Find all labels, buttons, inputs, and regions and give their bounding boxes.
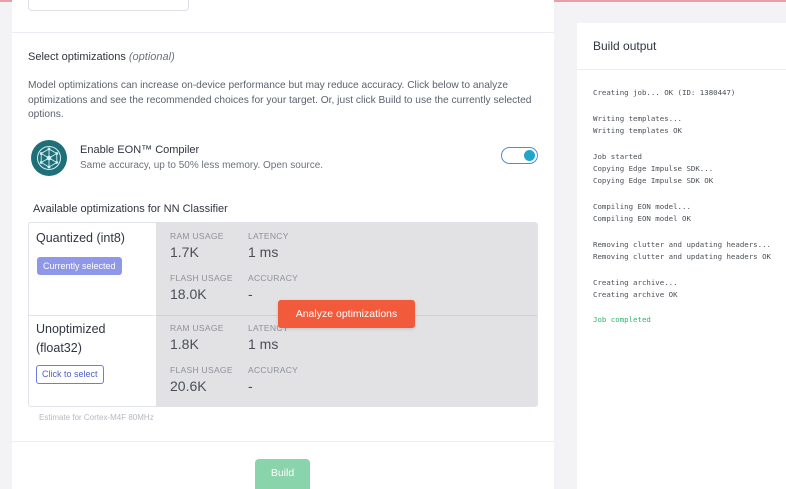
option-name-quantized: Quantized (int8) bbox=[36, 231, 125, 245]
build-log: Creating job... OK (ID: 1380447) Writing … bbox=[593, 87, 771, 327]
eon-compiler-icon bbox=[31, 140, 67, 176]
log-line: Creating archive... bbox=[593, 277, 678, 287]
log-line: Copying Edge Impulse SDK OK bbox=[593, 176, 714, 186]
log-line: Creating job... OK (ID: 1380447) bbox=[593, 88, 736, 97]
log-line-completed: Job completed bbox=[593, 315, 651, 325]
accuracy-value: - bbox=[248, 378, 253, 394]
divider bbox=[577, 69, 786, 70]
flash-usage-value: 20.6K bbox=[170, 378, 207, 394]
click-to-select-button[interactable]: Click to select bbox=[36, 365, 104, 384]
ram-usage-label: RAM USAGE bbox=[170, 231, 224, 241]
build-output-title: Build output bbox=[593, 39, 657, 53]
available-optimizations-title: Available optimizations for NN Classifie… bbox=[33, 203, 228, 215]
currently-selected-badge: Currently selected bbox=[37, 257, 122, 275]
log-line: Compiling EON model... bbox=[593, 201, 691, 211]
eon-title: Enable EON™ Compiler bbox=[80, 144, 200, 156]
log-line: Compiling EON model OK bbox=[593, 213, 691, 223]
latency-value: 1 ms bbox=[248, 336, 279, 352]
flash-usage-label: FLASH USAGE bbox=[170, 365, 233, 375]
ram-usage-label: RAM USAGE bbox=[170, 323, 224, 333]
latency-label: LATENCY bbox=[248, 231, 289, 241]
log-line: Writing templates OK bbox=[593, 125, 682, 135]
option-name-unoptimized-line2: (float32) bbox=[36, 341, 82, 355]
flash-usage-value: 18.0K bbox=[170, 286, 207, 302]
log-line: Removing clutter and updating headers... bbox=[593, 239, 771, 249]
analyze-optimizations-button[interactable]: Analyze optimizations bbox=[278, 300, 415, 328]
log-line: Job started bbox=[593, 151, 642, 161]
accuracy-value: - bbox=[248, 286, 253, 302]
previous-field-input[interactable] bbox=[28, 0, 189, 11]
flash-usage-label: FLASH USAGE bbox=[170, 273, 233, 283]
ram-usage-value: 1.8K bbox=[170, 336, 199, 352]
divider bbox=[12, 32, 554, 33]
section-description: Model optimizations can increase on-devi… bbox=[28, 80, 532, 120]
build-button[interactable]: Build bbox=[255, 459, 310, 489]
toggle-knob bbox=[524, 149, 535, 161]
log-line: Writing templates... bbox=[593, 113, 682, 123]
estimate-note: Estimate for Cortex-M4F 80MHz bbox=[39, 413, 154, 422]
ram-usage-value: 1.7K bbox=[170, 244, 199, 260]
option-name-unoptimized-line1: Unoptimized bbox=[36, 322, 106, 336]
log-line: Removing clutter and updating headers OK bbox=[593, 251, 771, 261]
log-line: Copying Edge Impulse SDK... bbox=[593, 163, 714, 173]
row-divider bbox=[29, 315, 155, 316]
accuracy-label: ACCURACY bbox=[248, 273, 299, 283]
eon-toggle[interactable] bbox=[501, 147, 538, 164]
eon-subtitle: Same accuracy, up to 50% less memory. Op… bbox=[80, 160, 324, 171]
optimizations-panel: Select optimizations (optional) Model op… bbox=[12, 0, 554, 489]
log-line: Creating archive OK bbox=[593, 289, 678, 299]
build-output-panel: Build output Creating job... OK (ID: 138… bbox=[577, 23, 786, 489]
section-title: Select optimizations (optional) bbox=[28, 51, 175, 63]
accuracy-label: ACCURACY bbox=[248, 365, 299, 375]
latency-value: 1 ms bbox=[248, 244, 279, 260]
divider bbox=[12, 441, 554, 442]
